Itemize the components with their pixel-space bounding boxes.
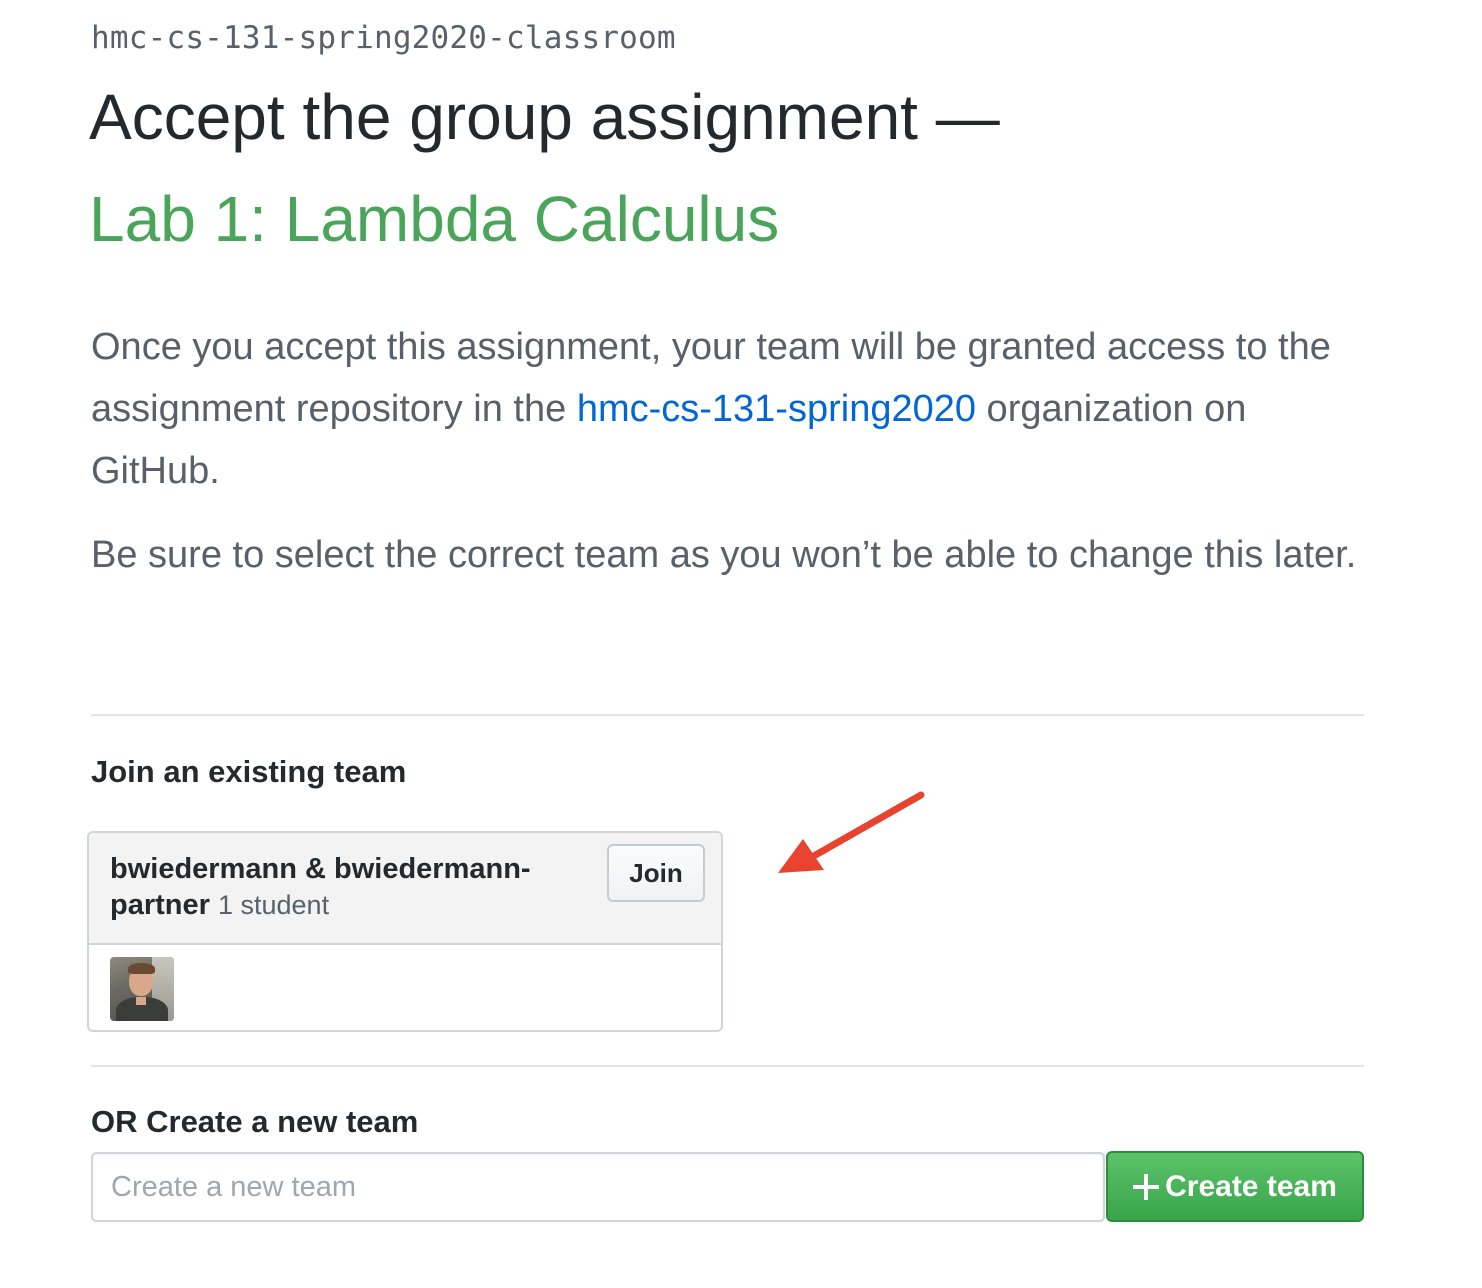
avatar[interactable] xyxy=(110,957,174,1021)
arrow-icon xyxy=(778,791,925,873)
team-card-header: bwiedermann & bwiedermann-partner 1 stud… xyxy=(89,833,721,945)
page-title: Accept the group assignment — xyxy=(89,81,1000,153)
join-team-heading: Join an existing team xyxy=(91,754,407,789)
create-team-button-label: Create team xyxy=(1165,1169,1337,1203)
new-team-input[interactable] xyxy=(91,1152,1105,1222)
warning-text: Be sure to select the correct team as yo… xyxy=(91,534,1357,576)
organization-link[interactable]: hmc-cs-131-spring2020 xyxy=(577,388,976,430)
team-card: bwiedermann & bwiedermann-partner 1 stud… xyxy=(87,831,723,1032)
team-name: bwiedermann & bwiedermann-partner 1 stud… xyxy=(110,851,580,923)
classroom-name: hmc-cs-131-spring2020-classroom xyxy=(91,20,676,56)
join-team-button[interactable]: Join xyxy=(607,844,705,902)
divider xyxy=(91,1065,1364,1067)
assignment-title: Lab 1: Lambda Calculus xyxy=(89,183,780,255)
intro-text: Once you accept this assignment, your te… xyxy=(91,316,1381,502)
plus-icon xyxy=(1133,1173,1160,1200)
divider xyxy=(91,714,1364,716)
create-team-heading: OR Create a new team xyxy=(91,1104,419,1139)
team-member-count: 1 student xyxy=(217,890,330,920)
create-team-button[interactable]: Create team xyxy=(1106,1151,1364,1222)
